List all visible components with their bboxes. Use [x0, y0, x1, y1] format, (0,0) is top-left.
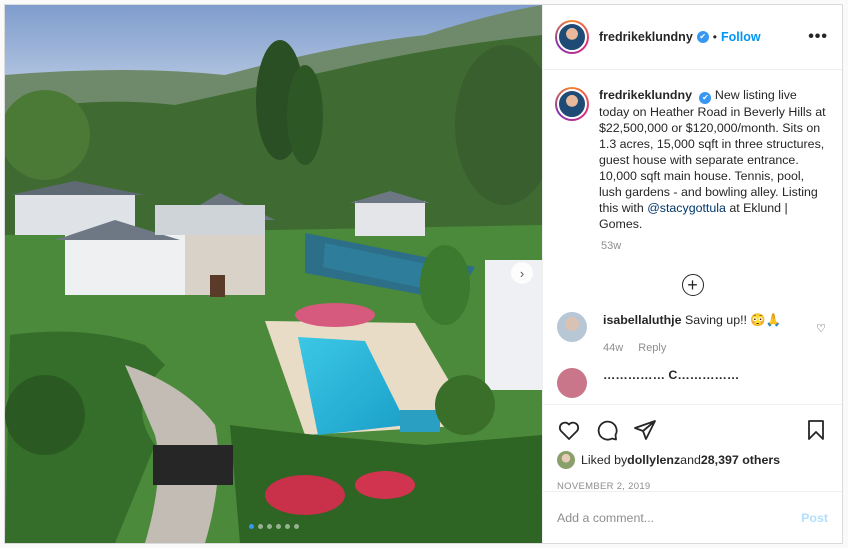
liked-by-and: and	[680, 453, 701, 467]
follow-button[interactable]: Follow	[721, 30, 761, 44]
comment-form: Post	[543, 491, 842, 543]
post-actions: Liked by dollylenz and 28,397 others NOV…	[543, 404, 842, 492]
carousel-dot	[248, 524, 254, 529]
bookmark-icon[interactable]	[804, 418, 828, 442]
avatar-image	[557, 89, 587, 119]
avatar[interactable]	[555, 20, 589, 54]
more-icon[interactable]: •••	[808, 28, 828, 46]
caption-text: fredrikeklundny ✔ New listing live today…	[599, 87, 828, 232]
avatar[interactable]	[555, 87, 589, 121]
post-photo-illustration	[5, 5, 542, 543]
liker-avatar[interactable]	[557, 451, 575, 469]
caption-body: New listing live today on Heather Road i…	[599, 88, 826, 215]
carousel-dots	[5, 524, 542, 529]
caption-time: 53w	[601, 240, 622, 252]
comment-avatar[interactable]	[557, 312, 587, 342]
comment-text-partial: …………… C……………	[603, 368, 740, 382]
liked-by-user[interactable]: dollylenz	[627, 453, 680, 467]
caption: fredrikeklundny ✔ New listing live today…	[543, 70, 842, 232]
reply-button[interactable]: Reply	[638, 342, 666, 354]
mention-link[interactable]: @stacygottula	[647, 201, 726, 215]
carousel-dot	[275, 524, 281, 529]
carousel-dot	[266, 524, 272, 529]
comment-text: Saving up!! 😳🙏	[684, 313, 782, 327]
separator: •	[712, 30, 717, 44]
comment-avatar[interactable]	[557, 368, 587, 398]
verified-icon: ✔	[696, 31, 709, 43]
share-icon[interactable]	[633, 418, 657, 442]
comment-time: 44w	[603, 342, 624, 354]
carousel-dot	[293, 524, 299, 529]
comment-input[interactable]	[557, 510, 802, 525]
header-username[interactable]: fredrikeklundny	[599, 30, 693, 44]
avatar-image	[557, 22, 587, 52]
comments-area[interactable]: fredrikeklundny ✔ New listing live today…	[543, 70, 842, 404]
action-icons	[557, 413, 828, 447]
post-header: fredrikeklundny ✔ • Follow •••	[543, 5, 842, 70]
carousel-dot	[284, 524, 290, 529]
liked-by: Liked by dollylenz and 28,397 others	[557, 451, 828, 469]
load-more: +	[543, 274, 842, 296]
load-more-comments-button[interactable]: +	[681, 274, 704, 296]
comment-body: isabellaluthje Saving up!! 😳🙏 44w Reply	[603, 312, 781, 356]
comment-username[interactable]: isabellaluthje	[603, 313, 682, 327]
comment-like-icon[interactable]: ♡	[816, 322, 826, 335]
post-image[interactable]: ›	[5, 5, 542, 543]
next-arrow-icon[interactable]: ›	[511, 262, 533, 284]
heart-icon[interactable]	[557, 418, 581, 442]
comment-item-partial: …………… C……………	[543, 356, 842, 398]
comment-icon[interactable]	[595, 418, 619, 442]
likes-count[interactable]: 28,397 others	[701, 453, 780, 467]
caption-username[interactable]: fredrikeklundny	[599, 88, 692, 102]
comment-meta: 44w Reply	[603, 340, 781, 356]
liked-by-prefix: Liked by	[581, 453, 628, 467]
comment-item: isabellaluthje Saving up!! 😳🙏 44w Reply …	[543, 296, 842, 356]
carousel-dot	[257, 524, 263, 529]
post-comment-button[interactable]: Post	[801, 511, 828, 525]
post-sidebar: fredrikeklundny ✔ • Follow ••• fredrikek…	[542, 5, 842, 543]
post-modal: › fredrikeklundny ✔ • Follow ••• fredrik…	[4, 4, 843, 544]
verified-icon: ✔	[699, 92, 712, 104]
